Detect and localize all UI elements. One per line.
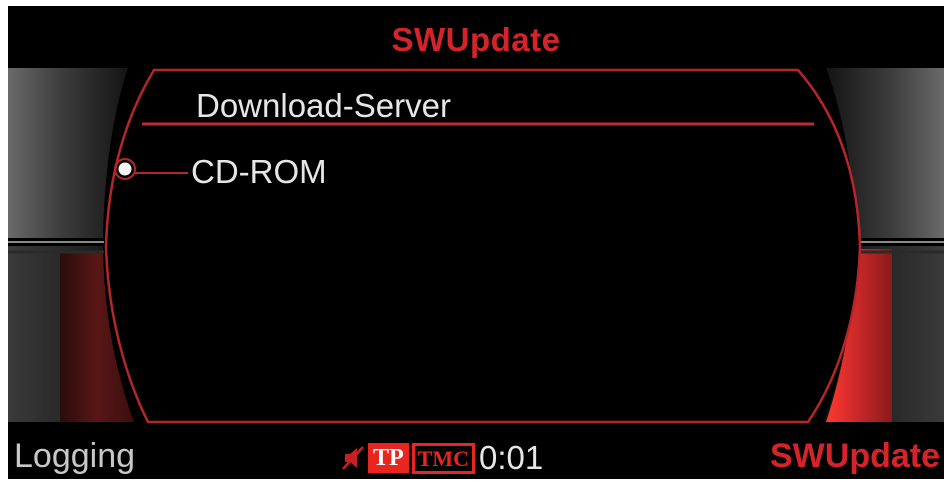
softkey-logging[interactable]: Logging [14,439,135,473]
menu-item-label: Download-Server [196,87,451,124]
tp-badge: TP [368,443,409,473]
radio-dot-icon [114,158,136,180]
status-bar: TP TMC 0:01 [342,441,543,475]
mmi-display: SWUpdate Download-Server CD-ROM Logging … [8,6,944,479]
clock: 0:01 [479,439,544,476]
screen-title: SWUpdate [391,21,561,58]
menu-item-download-server[interactable]: Download-Server [152,76,802,124]
menu-item-label: CD-ROM [191,153,327,190]
menu-item-cd-rom[interactable]: CD-ROM [108,146,608,192]
tmc-badge: TMC [411,442,475,474]
softkey-swupdate[interactable]: SWUpdate [770,439,940,473]
speaker-muted-icon [342,446,364,470]
